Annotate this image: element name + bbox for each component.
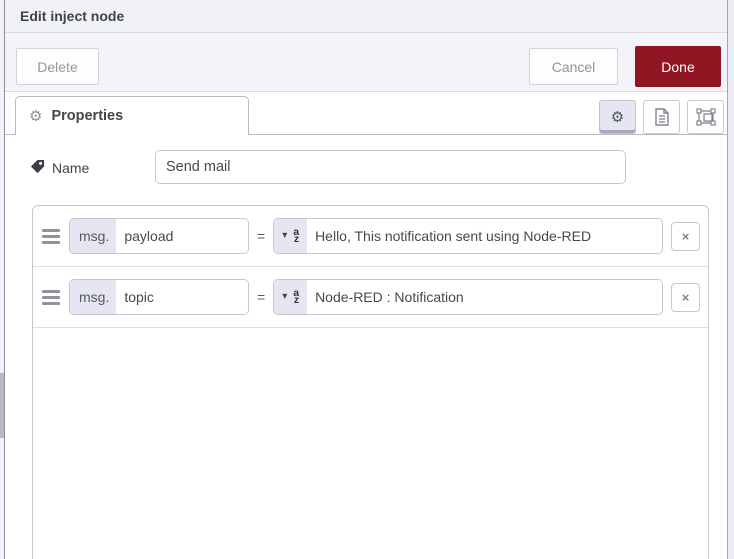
property-name-input[interactable]: [116, 219, 248, 253]
appearance-button[interactable]: [687, 100, 724, 134]
tab-properties-label: Properties: [51, 108, 124, 124]
close-icon: ×: [681, 228, 690, 244]
group-selection-icon: [695, 108, 716, 126]
property-value-input[interactable]: [307, 280, 663, 314]
done-button[interactable]: Done: [635, 46, 721, 87]
tab-properties[interactable]: ⚙ Properties: [15, 96, 249, 135]
value-field: ▾ az: [273, 218, 664, 254]
name-label-row: Name: [30, 159, 89, 177]
string-type-icon: az: [293, 225, 300, 245]
type-select-button[interactable]: ▾ az: [274, 219, 308, 253]
equals-sign: =: [257, 289, 266, 305]
cancel-button[interactable]: Cancel: [529, 48, 618, 85]
type-select-button[interactable]: ▾ az: [274, 280, 308, 314]
window-right-gutter: [728, 0, 734, 559]
properties-panel: Name msg. = ▾ az: [5, 135, 727, 559]
gear-icon: ⚙: [610, 108, 625, 126]
remove-row-button[interactable]: ×: [671, 221, 700, 251]
msg-prefix-label: msg.: [70, 219, 117, 253]
edit-inject-node-dialog: Edit inject node Delete Cancel Done ⚙ Pr…: [5, 0, 728, 559]
inject-properties-list: msg. = ▾ az ×: [32, 205, 709, 559]
property-field: msg.: [69, 218, 249, 254]
name-label: Name: [52, 160, 90, 176]
property-value-input[interactable]: [307, 219, 663, 253]
description-button[interactable]: [643, 100, 680, 134]
chevron-down-icon: ▾: [282, 291, 288, 302]
msg-prefix-label: msg.: [70, 280, 117, 314]
document-icon: [654, 108, 670, 126]
properties-gear-button[interactable]: ⚙: [599, 100, 636, 134]
string-type-icon: az: [293, 286, 300, 306]
close-icon: ×: [681, 289, 690, 305]
property-row-topic: msg. = ▾ az ×: [33, 267, 708, 328]
dialog-toolbar: Delete Cancel Done: [5, 33, 727, 92]
equals-sign: =: [257, 228, 266, 244]
dialog-title: Edit inject node: [5, 0, 727, 33]
delete-button[interactable]: Delete: [16, 48, 99, 85]
remove-row-button[interactable]: ×: [671, 282, 700, 312]
property-name-input[interactable]: [116, 280, 248, 314]
property-field: msg.: [69, 279, 249, 315]
drag-handle-icon[interactable]: [42, 287, 60, 308]
editor-tab-bar: ⚙ Properties ⚙: [5, 92, 727, 135]
value-field: ▾ az: [273, 279, 664, 315]
gear-icon: ⚙: [29, 107, 43, 125]
chevron-down-icon: ▾: [282, 230, 288, 241]
window-left-border: [4, 0, 5, 559]
tab-icon-buttons: ⚙: [599, 100, 724, 134]
property-row-payload: msg. = ▾ az ×: [33, 206, 708, 267]
tag-icon: [30, 159, 45, 177]
drag-handle-icon[interactable]: [42, 226, 60, 247]
name-input[interactable]: [155, 150, 626, 184]
